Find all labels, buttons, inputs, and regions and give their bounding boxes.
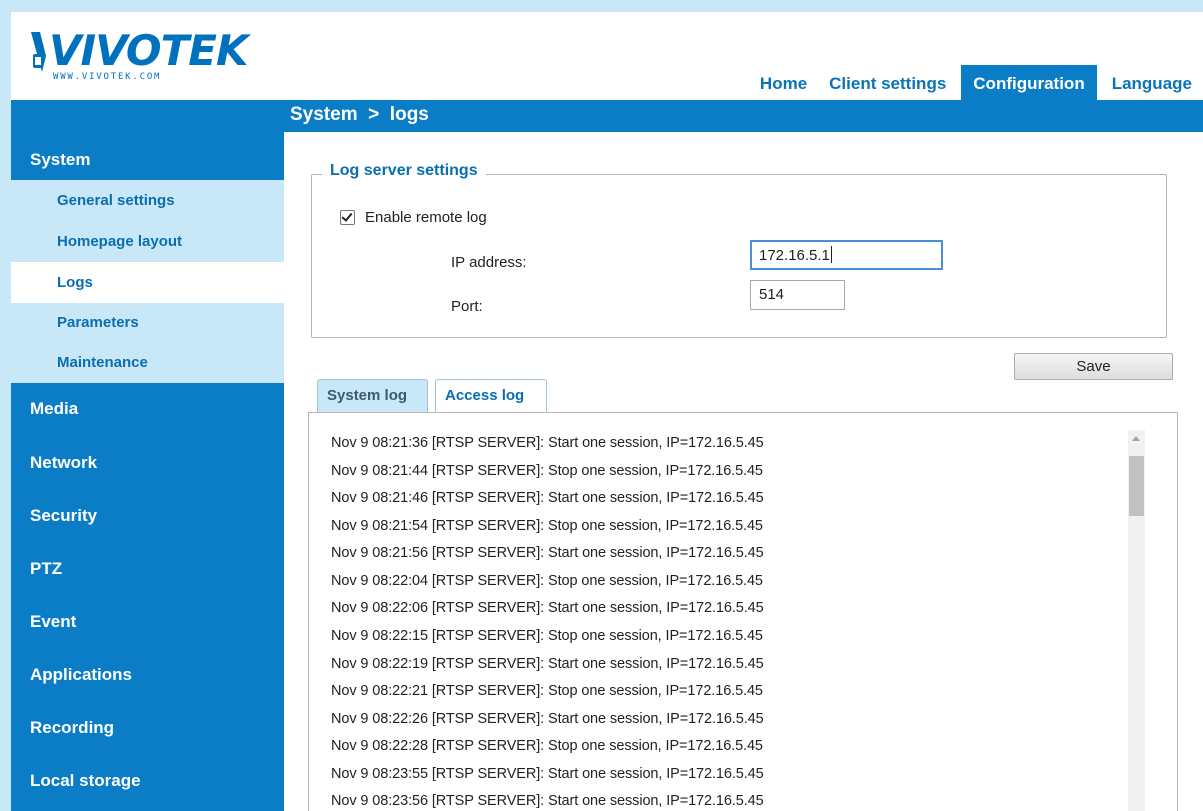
nav-configuration[interactable]: Configuration bbox=[961, 65, 1097, 100]
log-line: Nov 9 08:21:44 [RTSP SERVER]: Stop one s… bbox=[331, 463, 763, 479]
sidebar-category-recording[interactable]: Recording bbox=[11, 701, 284, 754]
nav-home[interactable]: Home bbox=[749, 65, 818, 100]
log-line: Nov 9 08:21:46 [RTSP SERVER]: Start one … bbox=[331, 490, 764, 506]
vivotek-logo[interactable]: VIVOTEK WWW.VIVOTEK.COM bbox=[31, 24, 261, 88]
logo-wordmark: VIVOTEK bbox=[49, 26, 248, 75]
log-viewer[interactable]: Nov 9 08:21:36 [RTSP SERVER]: Start one … bbox=[308, 412, 1178, 811]
header: VIVOTEK WWW.VIVOTEK.COM Home Client sett… bbox=[11, 12, 1203, 100]
sidebar-category-security[interactable]: Security bbox=[11, 489, 284, 542]
sidebar-item-logs[interactable]: Logs bbox=[11, 262, 284, 303]
page-frame: VIVOTEK WWW.VIVOTEK.COM Home Client sett… bbox=[11, 12, 1203, 811]
top-navigation: Home Client settings Configuration Langu… bbox=[749, 65, 1203, 100]
log-line: Nov 9 08:21:36 [RTSP SERVER]: Start one … bbox=[331, 435, 764, 451]
log-line: Nov 9 08:21:54 [RTSP SERVER]: Stop one s… bbox=[331, 518, 763, 534]
scroll-up-arrow-icon[interactable] bbox=[1132, 436, 1140, 441]
breadcrumb-bar: System > logs bbox=[11, 100, 1203, 132]
ip-address-input[interactable]: 172.16.5.1 bbox=[750, 240, 943, 270]
log-line: Nov 9 08:22:04 [RTSP SERVER]: Stop one s… bbox=[331, 573, 763, 589]
tab-system-log[interactable]: System log bbox=[317, 379, 428, 412]
log-server-fieldset bbox=[311, 174, 1167, 338]
log-scrollbar[interactable] bbox=[1128, 430, 1145, 811]
sidebar-category-system[interactable]: System bbox=[11, 132, 284, 180]
sidebar-category-network[interactable]: Network bbox=[11, 436, 284, 489]
sidebar-category-applications[interactable]: Applications bbox=[11, 648, 284, 701]
port-label: Port: bbox=[451, 298, 483, 315]
save-button[interactable]: Save bbox=[1014, 353, 1173, 380]
sidebar-category-event[interactable]: Event bbox=[11, 595, 284, 648]
sidebar-item-homepage-layout[interactable]: Homepage layout bbox=[11, 221, 284, 262]
sidebar-item-general-settings[interactable]: General settings bbox=[11, 180, 284, 221]
log-line: Nov 9 08:22:26 [RTSP SERVER]: Start one … bbox=[331, 711, 764, 727]
log-line: Nov 9 08:23:56 [RTSP SERVER]: Start one … bbox=[331, 793, 764, 809]
sidebar-category-local-storage[interactable]: Local storage bbox=[11, 754, 284, 807]
scrollbar-thumb[interactable] bbox=[1129, 456, 1144, 516]
sidebar-category-ptz[interactable]: PTZ bbox=[11, 542, 284, 595]
breadcrumb: System > logs bbox=[290, 104, 429, 125]
sidebar-item-parameters[interactable]: Parameters bbox=[11, 303, 284, 343]
ip-address-label: IP address: bbox=[451, 254, 527, 271]
log-line: Nov 9 08:22:21 [RTSP SERVER]: Stop one s… bbox=[331, 683, 763, 699]
log-line: Nov 9 08:21:56 [RTSP SERVER]: Start one … bbox=[331, 545, 764, 561]
sidebar-category-media[interactable]: Media bbox=[11, 383, 284, 436]
log-line: Nov 9 08:22:28 [RTSP SERVER]: Stop one s… bbox=[331, 738, 763, 754]
nav-language[interactable]: Language bbox=[1101, 65, 1203, 100]
ip-address-value: 172.16.5.1 bbox=[759, 247, 830, 264]
logo-url: WWW.VIVOTEK.COM bbox=[53, 72, 162, 82]
log-server-legend: Log server settings bbox=[322, 162, 486, 180]
sidebar: System General settings Homepage layout … bbox=[11, 132, 284, 811]
port-input[interactable]: 514 bbox=[750, 280, 845, 310]
log-line: Nov 9 08:23:55 [RTSP SERVER]: Start one … bbox=[331, 766, 764, 782]
log-line: Nov 9 08:22:06 [RTSP SERVER]: Start one … bbox=[331, 600, 764, 616]
tab-access-log[interactable]: Access log bbox=[435, 379, 547, 412]
enable-remote-log-row: Enable remote log bbox=[340, 209, 487, 226]
port-value: 514 bbox=[759, 286, 785, 303]
nav-client-settings[interactable]: Client settings bbox=[818, 65, 957, 100]
log-line: Nov 9 08:22:19 [RTSP SERVER]: Start one … bbox=[331, 656, 764, 672]
sidebar-item-maintenance[interactable]: Maintenance bbox=[11, 343, 284, 383]
enable-remote-log-checkbox[interactable] bbox=[340, 210, 355, 225]
log-line: Nov 9 08:22:15 [RTSP SERVER]: Stop one s… bbox=[331, 628, 763, 644]
enable-remote-log-label: Enable remote log bbox=[365, 209, 487, 226]
text-caret bbox=[830, 246, 832, 263]
